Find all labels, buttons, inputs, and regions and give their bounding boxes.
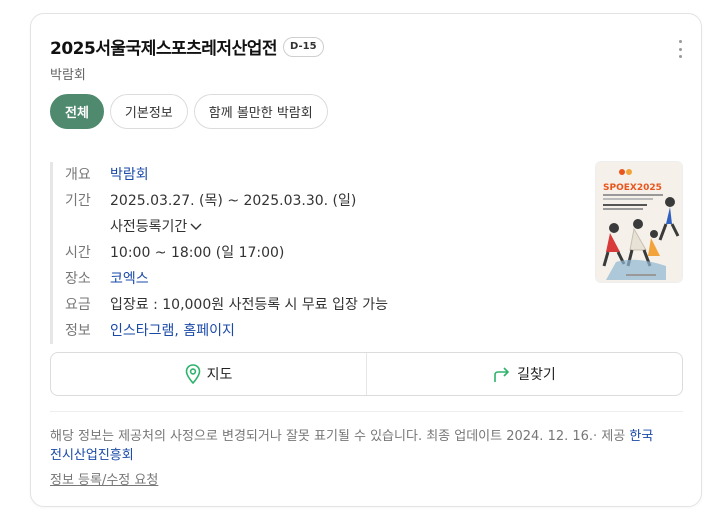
info-row-overview: 개요 박람회 <box>65 162 590 188</box>
tab-basic-info[interactable]: 기본정보 <box>109 94 188 129</box>
info-row-fee: 요금 입장료 : 10,000원 사전등록 시 무료 입장 가능 <box>65 292 590 318</box>
link-separator: , <box>174 323 184 339</box>
period-label: 기간 <box>65 193 91 209</box>
fee-value: 입장료 : 10,000원 사전등록 시 무료 입장 가능 <box>110 297 389 313</box>
directions-button[interactable]: 길찾기 <box>366 353 682 395</box>
info-disclaimer: 해당 정보는 제공처의 사정으로 변경되거나 잘못 표기될 수 있습니다. 최종… <box>50 427 662 465</box>
event-info-card: 2025서울국제스포츠레저산업전 D-15 박람회 전체 기본정보 함께 볼만한… <box>30 13 702 507</box>
dday-badge: D-15 <box>283 36 324 57</box>
fee-label: 요금 <box>65 297 91 313</box>
more-options-icon[interactable] <box>675 40 685 58</box>
action-bar: 지도 길찾기 <box>50 352 683 396</box>
tab-bar: 전체 기본정보 함께 볼만한 박람회 <box>50 94 328 129</box>
period-value: 2025.03.27. (목) ~ 2025.03.30. (일) <box>110 193 357 209</box>
more-dot <box>678 47 682 51</box>
info-list: 개요 박람회 기간 2025.03.27. (목) ~ 2025.03.30. … <box>50 162 590 344</box>
instagram-link[interactable]: 인스타그램 <box>110 323 174 339</box>
time-value: 10:00 ~ 18:00 (일 17:00) <box>110 245 285 261</box>
directions-button-label: 길찾기 <box>517 367 556 383</box>
title-row: 2025서울국제스포츠레저산업전 D-15 <box>50 34 324 59</box>
info-row-time: 시간 10:00 ~ 18:00 (일 17:00) <box>65 240 590 266</box>
preregister-toggle[interactable]: 사전등록기간 <box>110 214 356 240</box>
route-arrow-icon <box>494 367 510 382</box>
time-label: 시간 <box>65 245 91 261</box>
disclaimer-text: 해당 정보는 제공처의 사정으로 변경되거나 잘못 표기될 수 있습니다. 최종… <box>50 429 630 444</box>
chevron-down-icon <box>190 223 202 230</box>
poster-brand-text: SPOEX2025 <box>603 183 662 193</box>
poster-graphic: SPOEX2025 <box>596 162 682 282</box>
homepage-link[interactable]: 홈페이지 <box>183 323 235 339</box>
links-group: 인스타그램, 홈페이지 <box>110 318 235 344</box>
tab-related-expos[interactable]: 함께 볼만한 박람회 <box>193 94 328 129</box>
overview-label: 개요 <box>65 167 91 183</box>
map-button[interactable]: 지도 <box>51 353 366 395</box>
overview-link[interactable]: 박람회 <box>110 162 149 188</box>
venue-link[interactable]: 코엑스 <box>110 266 149 292</box>
tab-all[interactable]: 전체 <box>50 94 104 129</box>
more-dot <box>678 55 682 58</box>
links-label: 정보 <box>65 323 91 339</box>
period-value-group: 2025.03.27. (목) ~ 2025.03.30. (일) 사전등록기간 <box>110 188 356 240</box>
map-button-label: 지도 <box>206 367 233 383</box>
event-poster-image[interactable]: SPOEX2025 <box>595 161 683 283</box>
venue-label: 장소 <box>65 271 91 287</box>
info-row-venue: 장소 코엑스 <box>65 266 590 292</box>
event-title[interactable]: 2025서울국제스포츠레저산업전 <box>50 34 278 59</box>
preregister-label: 사전등록기간 <box>110 219 188 235</box>
info-row-links: 정보 인스타그램, 홈페이지 <box>65 318 590 344</box>
map-pin-icon <box>185 364 200 384</box>
info-row-period: 기간 2025.03.27. (목) ~ 2025.03.30. (일) 사전등… <box>65 188 590 240</box>
section-divider <box>50 411 683 412</box>
more-dot <box>678 40 682 43</box>
report-correction-link[interactable]: 정보 등록/수정 요청 <box>50 469 158 488</box>
event-category: 박람회 <box>50 68 86 83</box>
